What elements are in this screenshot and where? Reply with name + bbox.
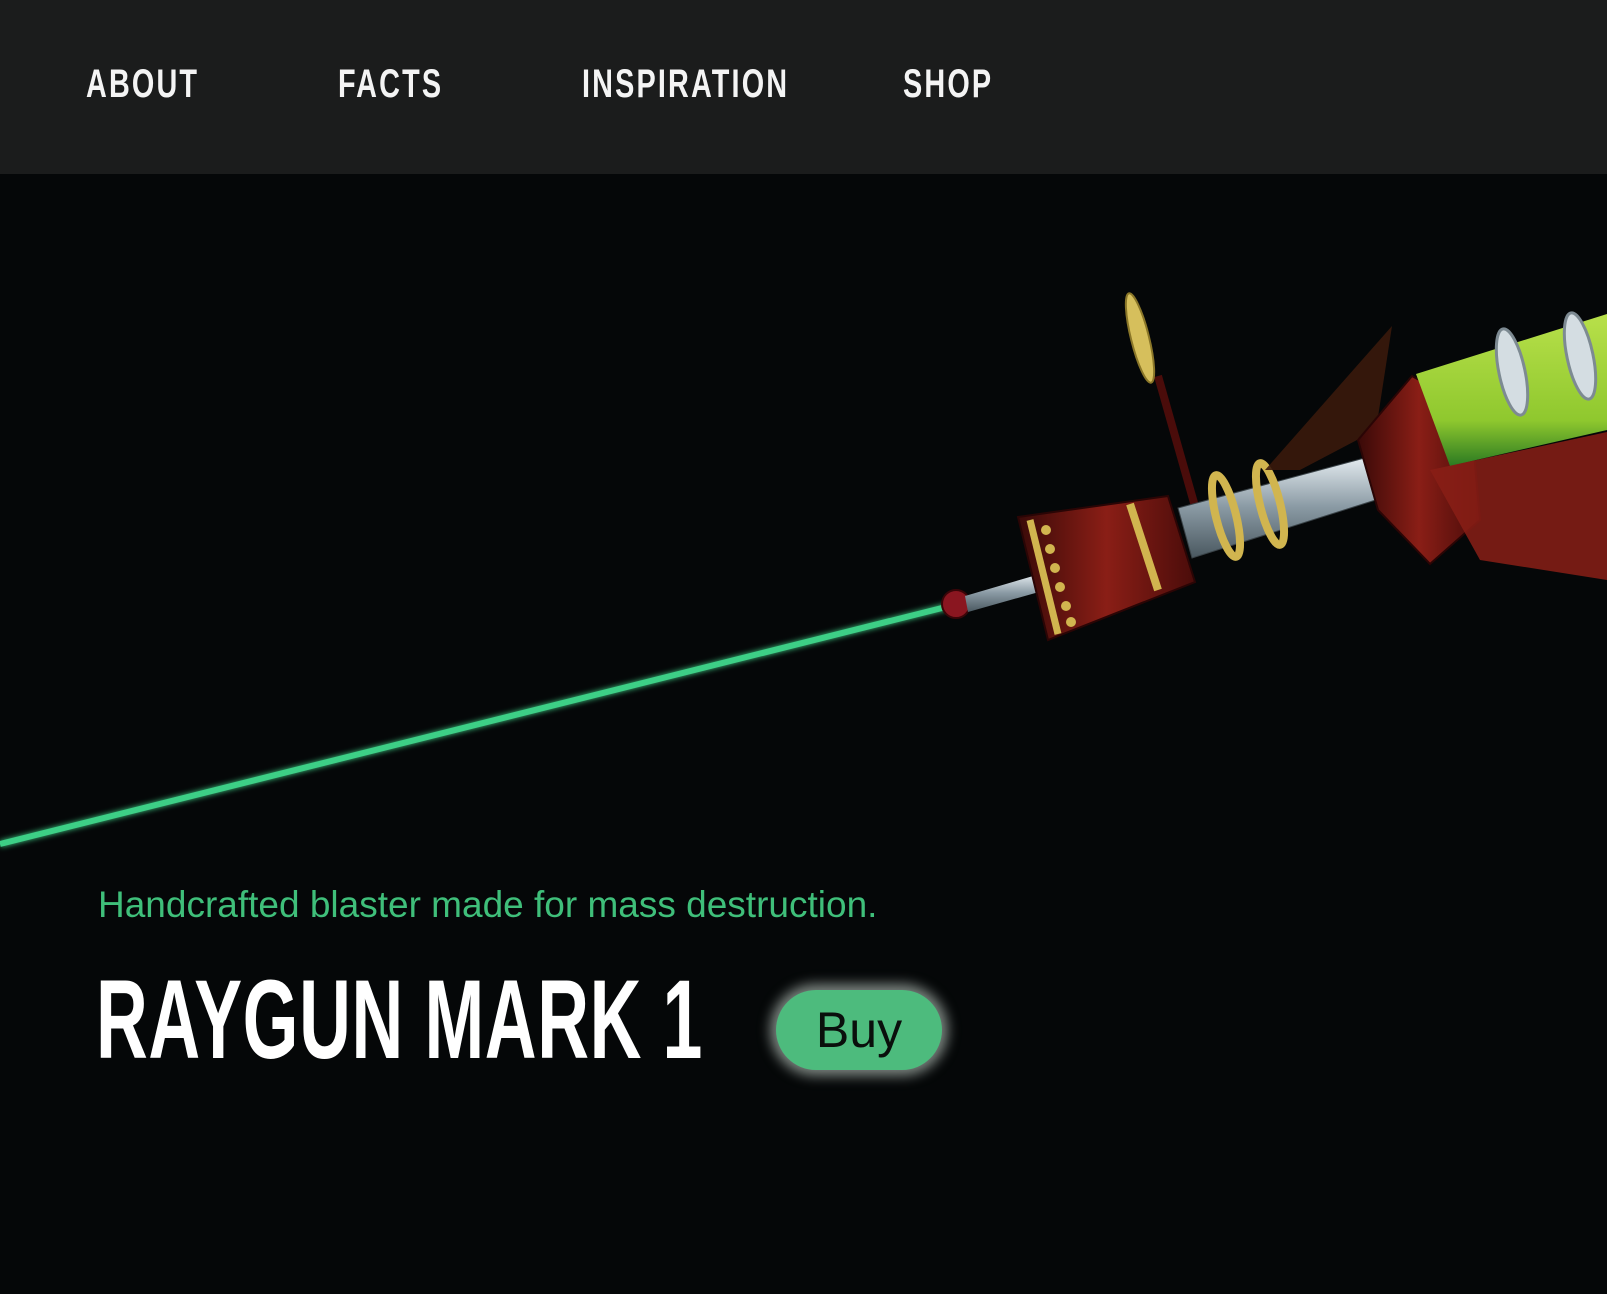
page: ABOUT FACTS INSPIRATION SHOP Handcrafted… bbox=[0, 0, 1607, 1294]
laser-beam bbox=[0, 603, 951, 847]
product-tagline: Handcrafted blaster made for mass destru… bbox=[98, 884, 878, 925]
buy-button[interactable]: Buy bbox=[776, 990, 942, 1070]
nav-item-about[interactable]: ABOUT bbox=[86, 62, 199, 107]
nav-item-facts[interactable]: FACTS bbox=[338, 62, 443, 107]
emitter-tip bbox=[941, 589, 971, 619]
nav-item-inspiration[interactable]: INSPIRATION bbox=[582, 62, 789, 107]
nav-item-shop[interactable]: SHOP bbox=[903, 62, 993, 107]
raygun-illustration bbox=[0, 292, 1607, 847]
antenna-tip bbox=[1124, 292, 1156, 384]
antenna-rod bbox=[1154, 374, 1200, 512]
product-title: RAYGUN MARK 1 bbox=[96, 957, 704, 1082]
top-navigation-bar: ABOUT FACTS INSPIRATION SHOP bbox=[0, 0, 1607, 174]
